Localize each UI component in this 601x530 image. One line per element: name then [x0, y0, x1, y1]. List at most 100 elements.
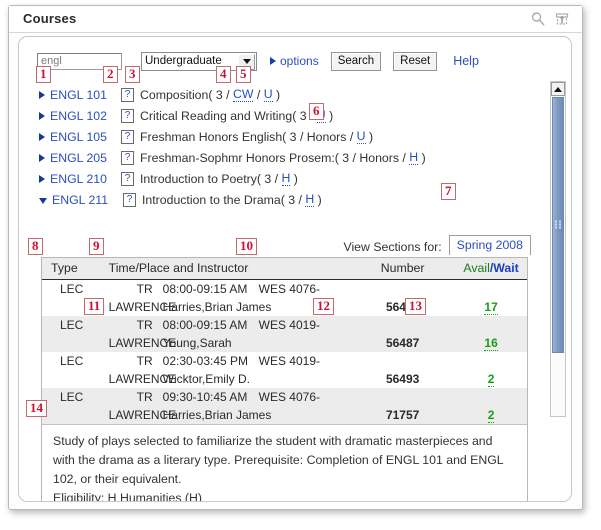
- export-upload-icon[interactable]: [554, 11, 570, 27]
- section-days: TR: [136, 354, 153, 368]
- annotation-marker-7: 7: [441, 183, 456, 200]
- course-attrs-suffix: ): [314, 192, 322, 207]
- course-attr-link[interactable]: CW: [232, 87, 254, 102]
- course-attrs-prefix: ( 3 / Honors /: [282, 129, 357, 144]
- course-code[interactable]: ENGL 102: [50, 109, 119, 123]
- course-title: Freshman-Sophmr Honors Prosem:: [140, 150, 335, 165]
- annotation-marker-12: 12: [313, 298, 334, 315]
- annotation-marker-14: 14: [26, 400, 47, 417]
- course-attrs-suffix: ): [325, 108, 334, 123]
- course-code[interactable]: ENGL 105: [50, 130, 119, 144]
- annotation-marker-8: 8: [28, 238, 43, 255]
- course-item-engl-205[interactable]: ENGL 205 ? Freshman-Sophmr Honors Prosem…: [39, 147, 527, 168]
- section-type: LEC: [60, 390, 84, 404]
- triangle-right-icon[interactable]: [39, 132, 45, 141]
- course-attrs-sep: /: [253, 87, 264, 102]
- cell-avail: 2: [455, 388, 527, 424]
- annotation-marker-9: 9: [89, 238, 104, 255]
- course-attrs-suffix: ): [418, 150, 426, 165]
- scrollbar-thumb[interactable]: [552, 97, 564, 353]
- help-badge-icon[interactable]: ?: [121, 87, 134, 102]
- view-sections-for: View Sections for: Spring 2008: [343, 234, 531, 255]
- section-days: TR: [136, 318, 153, 332]
- section-number: 56487: [385, 336, 420, 350]
- course-item-engl-105[interactable]: ENGL 105 ? Freshman Honors English ( 3 /…: [39, 126, 527, 147]
- term-tab-spring-2008[interactable]: Spring 2008: [448, 235, 531, 255]
- column-header-avail: Avail: [463, 261, 490, 275]
- description-line: with the drama as a literary type. Prere…: [53, 453, 504, 467]
- vertical-scrollbar[interactable]: [550, 81, 566, 417]
- reset-button[interactable]: Reset: [393, 51, 438, 71]
- cell-avail: 17: [455, 280, 527, 317]
- magnifier-icon[interactable]: [530, 11, 546, 27]
- section-avail[interactable]: 17: [484, 300, 498, 315]
- options-toggle[interactable]: options: [270, 54, 319, 68]
- help-badge-icon[interactable]: ?: [123, 192, 136, 207]
- sections-header-row: Type Time/Place and Instructor Number Av…: [42, 258, 527, 280]
- section-avail[interactable]: 2: [487, 372, 495, 387]
- annotation-marker-10: 10: [236, 238, 257, 255]
- course-item-engl-102[interactable]: ENGL 102 ? Critical Reading and Writing …: [39, 105, 527, 126]
- triangle-right-icon[interactable]: [39, 111, 45, 120]
- help-badge-icon[interactable]: ?: [121, 171, 134, 186]
- table-row[interactable]: LEC TR 08:00-09:15 AM WES 4076-LAWRENCE Ha…: [42, 280, 527, 317]
- section-hours: 08:00-09:15 AM: [162, 282, 248, 296]
- section-hours: 08:00-09:15 AM: [162, 318, 248, 332]
- course-item-engl-101[interactable]: ENGL 101 ? Composition ( 3 / CW / U ): [39, 84, 527, 105]
- column-header-number[interactable]: Number: [350, 258, 456, 280]
- search-button[interactable]: Search: [330, 51, 382, 71]
- section-type: LEC: [60, 318, 84, 332]
- course-code[interactable]: ENGL 101: [50, 88, 119, 102]
- table-row[interactable]: LEC TR 02:30-03:45 PM WES 4019-LAWRENCE Wi…: [42, 352, 527, 388]
- table-row[interactable]: LEC TR 09:30-10:45 AM WES 4076-LAWRENCE Ha…: [42, 388, 527, 424]
- course-code[interactable]: ENGL 211: [52, 193, 121, 207]
- triangle-down-icon[interactable]: [39, 197, 47, 204]
- description-line: Study of plays selected to familiarize t…: [53, 434, 493, 448]
- cell-time-place-instructor: TR 08:00-09:15 AM WES 4019-LAWRENCE Young,…: [108, 316, 351, 352]
- description-line: 102, or their equivalent.: [53, 472, 182, 486]
- sections-box: Type Time/Place and Instructor Number Av…: [41, 257, 528, 501]
- section-avail[interactable]: 16: [484, 336, 498, 351]
- column-header-wait: Wait: [493, 261, 519, 275]
- help-badge-icon[interactable]: ?: [121, 129, 134, 144]
- course-title: Introduction to Poetry: [140, 171, 257, 186]
- course-description: Study of plays selected to familiarize t…: [42, 424, 527, 501]
- annotation-marker-4: 4: [216, 66, 231, 83]
- cell-type: LEC: [42, 388, 109, 424]
- cell-number: 56487: [350, 316, 456, 352]
- scroll-up-button[interactable]: [551, 82, 565, 96]
- help-link[interactable]: Help: [453, 54, 479, 68]
- cell-type: LEC: [42, 352, 109, 388]
- page-title: Courses: [23, 11, 77, 26]
- course-attr-link[interactable]: H: [409, 150, 419, 165]
- course-attr-link[interactable]: H: [305, 192, 315, 207]
- column-header-type[interactable]: Type: [42, 258, 109, 280]
- course-title: Critical Reading and Writing: [140, 108, 293, 123]
- cell-number: 56481: [350, 280, 455, 317]
- table-row[interactable]: LEC TR 08:00-09:15 AM WES 4019-LAWRENCE Yo…: [42, 316, 527, 352]
- course-attr-link[interactable]: U: [263, 87, 273, 102]
- help-badge-icon[interactable]: ?: [121, 150, 134, 165]
- course-attrs-suffix: ): [290, 171, 298, 186]
- help-badge-icon[interactable]: ?: [121, 108, 134, 123]
- course-attrs-prefix: ( 3 / Honors /: [334, 150, 410, 165]
- triangle-right-icon[interactable]: [39, 174, 45, 183]
- course-code[interactable]: ENGL 205: [50, 151, 119, 165]
- triangle-right-icon: [270, 57, 276, 65]
- section-avail[interactable]: 2: [487, 408, 495, 423]
- section-number: 71757: [385, 408, 420, 422]
- triangle-right-icon[interactable]: [39, 90, 45, 99]
- annotation-marker-2: 2: [103, 66, 118, 83]
- course-attrs-prefix: ( 3 /: [208, 87, 233, 102]
- cell-avail: 2: [455, 352, 527, 388]
- caret-up-icon: [554, 86, 562, 92]
- course-attr-link[interactable]: H: [281, 171, 291, 186]
- column-header-time-place-instructor[interactable]: Time/Place and Instructor: [108, 258, 351, 280]
- course-code[interactable]: ENGL 210: [50, 172, 119, 186]
- course-attrs-prefix: ( 3 /: [256, 171, 282, 186]
- column-header-avail-wait[interactable]: Avail/Wait: [455, 258, 527, 280]
- section-instructor: Wicktor,Emily D.: [162, 372, 250, 386]
- triangle-right-icon[interactable]: [39, 153, 45, 162]
- annotation-marker-13: 13: [405, 298, 426, 315]
- course-attr-link[interactable]: U: [356, 129, 366, 144]
